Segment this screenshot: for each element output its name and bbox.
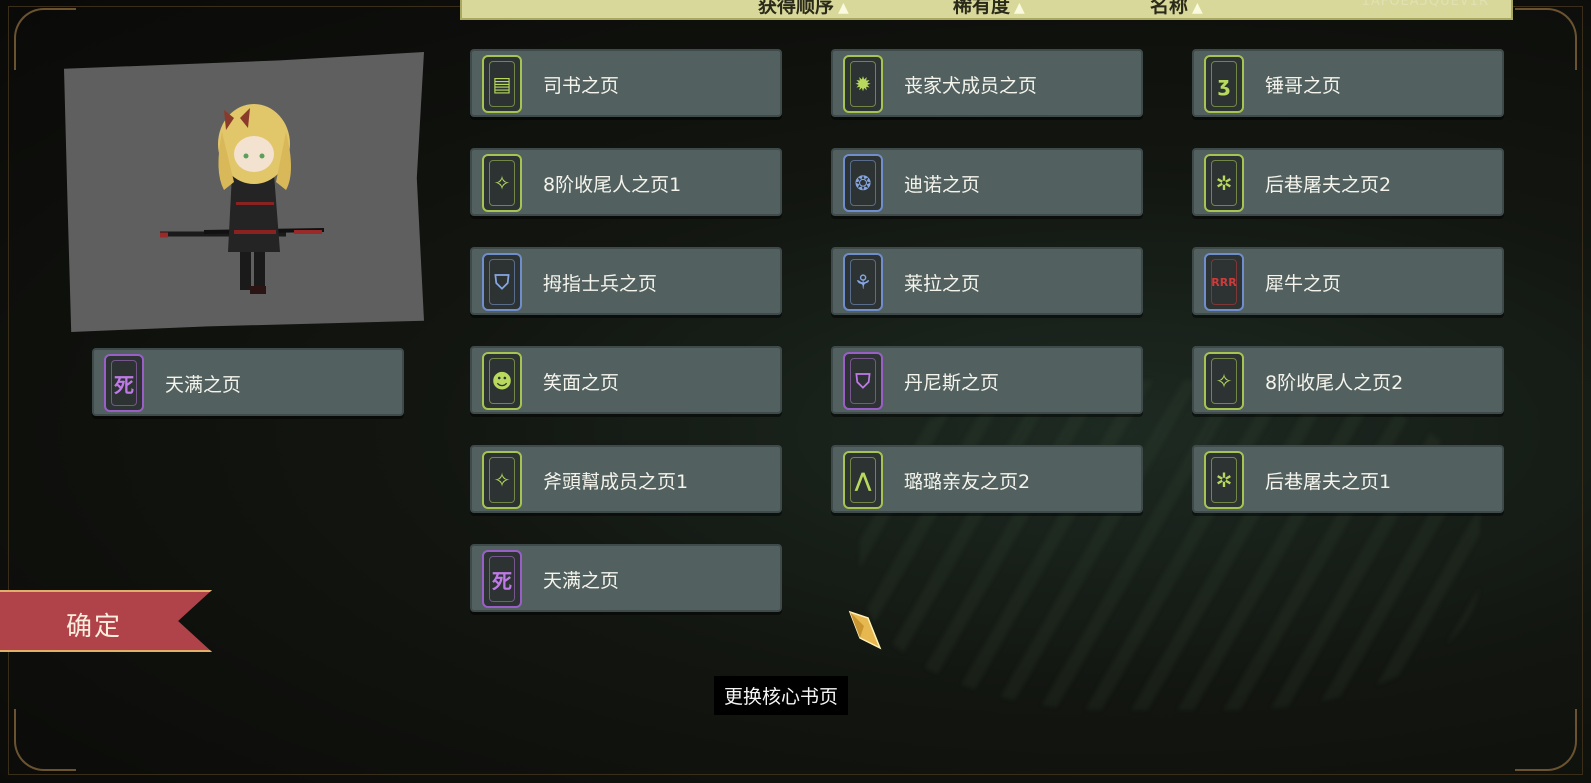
purple-page-icon: 死: [104, 354, 144, 412]
purple-page-icon: 死: [482, 550, 522, 608]
page-card[interactable]: ⛉ 拇指士兵之页: [470, 247, 782, 315]
hammer-emblem-page-icon: ʒ: [1204, 55, 1244, 113]
character-portrait: [160, 104, 325, 294]
sort-label: 名称: [1150, 0, 1189, 17]
page-label: 璐璐亲友之页2: [904, 471, 1031, 493]
page-card[interactable]: 死 天满之页: [470, 544, 782, 612]
page-card[interactable]: ✹ 丧家犬成员之页: [831, 49, 1143, 117]
frame-corner-ornament: [14, 709, 76, 771]
rhino-emblem-page-icon: RRR: [1204, 253, 1244, 311]
page-label: 后巷屠夫之页2: [1265, 174, 1392, 196]
wheel-emblem-page-icon: ✲: [1204, 451, 1244, 509]
fixer-emblem-page-icon: ✧: [482, 451, 522, 509]
sort-by-name-button[interactable]: 名称 ▲: [1150, 0, 1203, 18]
background-branches: [860, 380, 1480, 710]
mask-emblem-page-icon: ☻: [482, 352, 522, 410]
shield-emblem-page-icon: ⛉: [843, 352, 883, 410]
fixer-emblem-page-icon: ✧: [482, 154, 522, 212]
page-card[interactable]: ✧ 8阶收尾人之页1: [470, 148, 782, 216]
sort-arrow-icon: ▲: [838, 0, 849, 16]
wheel-emblem-page-icon: ✲: [1204, 154, 1244, 212]
page-label: 斧頭幫成员之页1: [543, 471, 689, 493]
sort-by-rarity-button[interactable]: 稀有度 ▲: [953, 0, 1025, 18]
gear-emblem-page-icon: ❂: [843, 154, 883, 212]
page-label: 8阶收尾人之页2: [1265, 372, 1404, 394]
watermark: 1AFOEA5QUEV1R: [1361, 0, 1489, 9]
page-label: 锤哥之页: [1265, 75, 1342, 97]
page-label: 拇指士兵之页: [543, 273, 658, 295]
equipped-page-label: 天满之页: [165, 374, 242, 396]
harp-emblem-page-icon: ⋀: [843, 451, 883, 509]
page-card[interactable]: ʒ 锤哥之页: [1192, 49, 1504, 117]
sort-arrow-icon: ▲: [1192, 0, 1203, 16]
page-label: 后巷屠夫之页1: [1265, 471, 1392, 493]
page-label: 8阶收尾人之页1: [543, 174, 682, 196]
book-page-icon: ▤: [482, 55, 522, 113]
sort-label: 稀有度: [953, 0, 1011, 17]
fixer-emblem-page-icon: ✧: [1204, 352, 1244, 410]
page-label: 莱拉之页: [904, 273, 981, 295]
page-card[interactable]: ✧ 斧頭幫成员之页1: [470, 445, 782, 513]
dog-emblem-page-icon: ✹: [843, 55, 883, 113]
page-card[interactable]: ▤ 司书之页: [470, 49, 782, 117]
character-portrait-panel: [64, 52, 424, 332]
sort-by-acquisition-button[interactable]: 获得顺序 ▲: [758, 0, 849, 18]
page-card[interactable]: ✧ 8阶收尾人之页2: [1192, 346, 1504, 414]
page-card[interactable]: RRR 犀牛之页: [1192, 247, 1504, 315]
sort-arrow-icon: ▲: [1014, 0, 1025, 16]
sort-label: 获得顺序: [758, 0, 835, 17]
page-label: 丧家犬成员之页: [904, 75, 1038, 97]
frame-corner-ornament: [14, 8, 76, 70]
page-label: 迪诺之页: [904, 174, 981, 196]
page-card[interactable]: ❂ 迪诺之页: [831, 148, 1143, 216]
equipped-core-page[interactable]: 死 天满之页: [92, 348, 404, 416]
frame-corner-ornament: [1515, 8, 1577, 70]
frame-corner-ornament: [1515, 709, 1577, 771]
page-label: 天满之页: [543, 570, 620, 592]
page-card[interactable]: ☻ 笑面之页: [470, 346, 782, 414]
page-label: 犀牛之页: [1265, 273, 1342, 295]
page-label: 丹尼斯之页: [904, 372, 1000, 394]
page-card[interactable]: ✲ 后巷屠夫之页2: [1192, 148, 1504, 216]
shield-emblem-page-icon: ⛉: [482, 253, 522, 311]
sort-bar: 获得顺序 ▲ 稀有度 ▲ 名称 ▲ 1AFOEA5QUEV1R: [460, 0, 1513, 20]
confirm-button-label[interactable]: 确定: [66, 606, 122, 643]
page-label: 司书之页: [543, 75, 620, 97]
page-card[interactable]: ✲ 后巷屠夫之页1: [1192, 445, 1504, 513]
crystal-cursor-icon: [848, 610, 882, 650]
page-card[interactable]: ⚘ 莱拉之页: [831, 247, 1143, 315]
page-card[interactable]: ⋀ 璐璐亲友之页2: [831, 445, 1143, 513]
page-label: 笑面之页: [543, 372, 620, 394]
swap-core-page-button[interactable]: 更换核心书页: [714, 676, 849, 715]
flower-emblem-page-icon: ⚘: [843, 253, 883, 311]
page-card[interactable]: ⛉ 丹尼斯之页: [831, 346, 1143, 414]
